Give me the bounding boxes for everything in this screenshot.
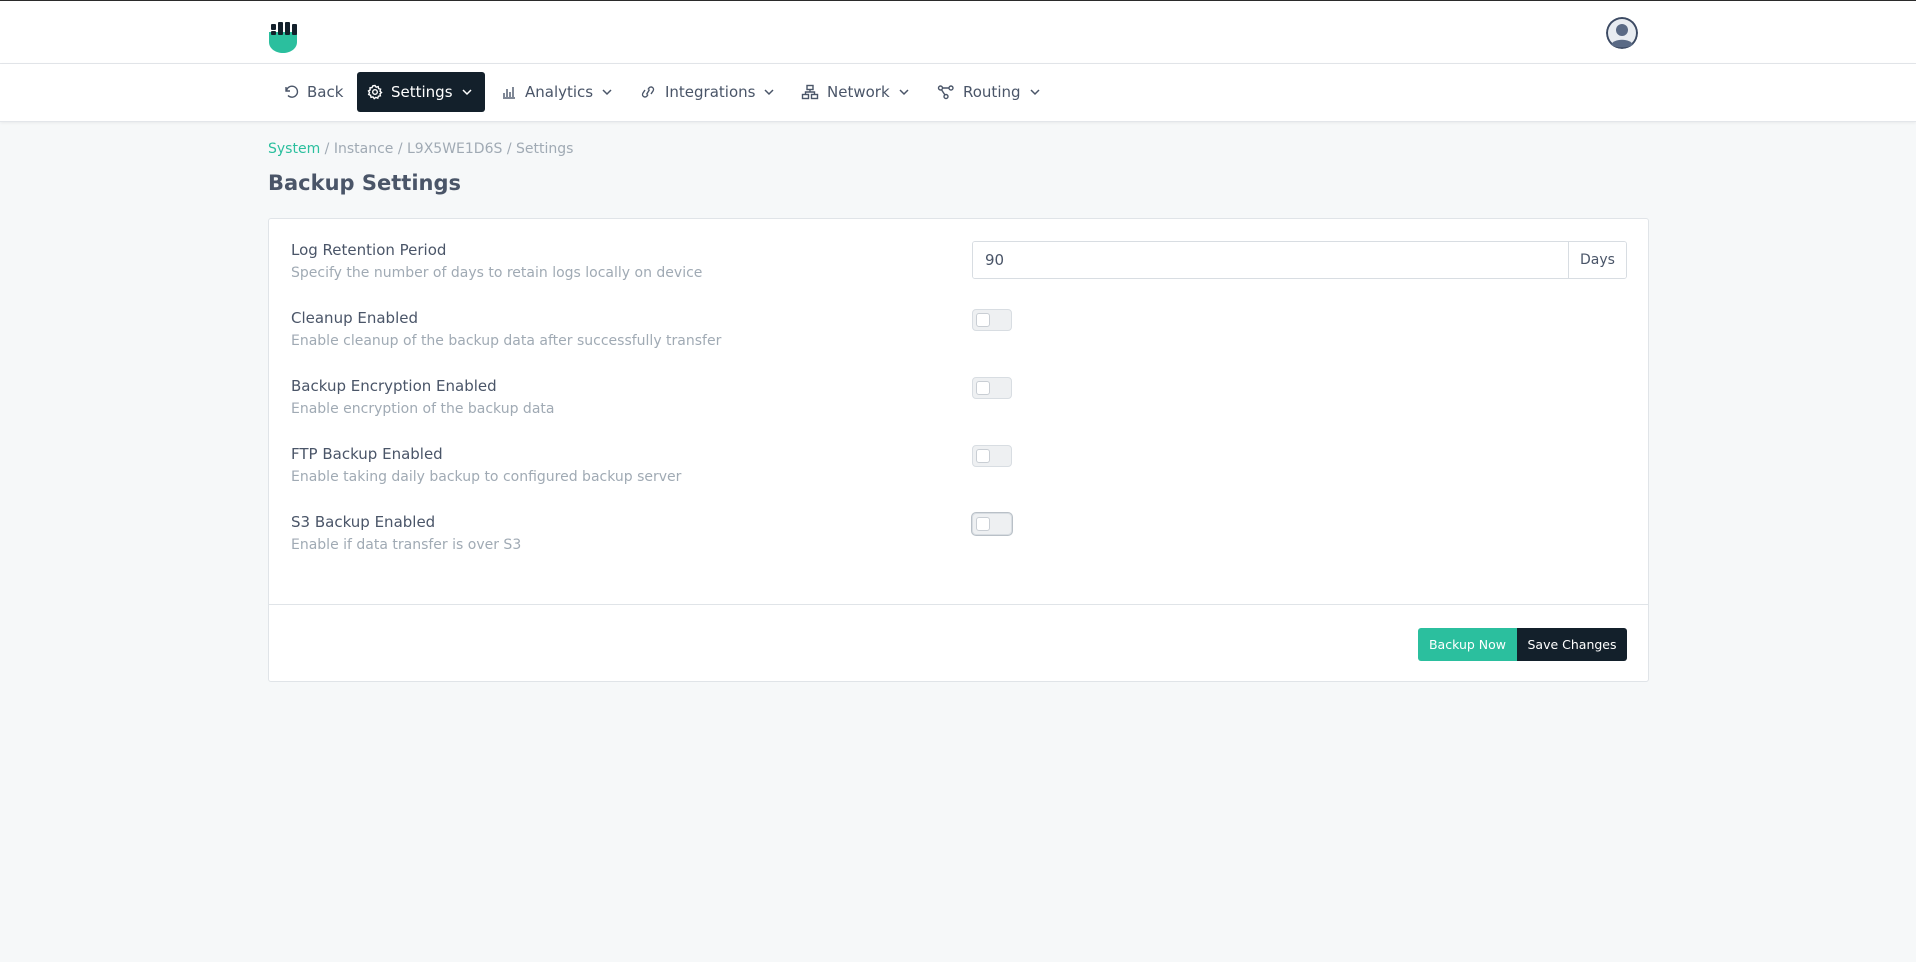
- breadcrumb-system-link[interactable]: System: [268, 141, 320, 157]
- setting-title: Log Retention Period: [291, 241, 447, 259]
- chevron-down-icon: [764, 89, 774, 96]
- setting-description: Enable if data transfer is over S3: [291, 537, 522, 553]
- nav-analytics-tab[interactable]: Analytics: [491, 72, 623, 112]
- nav-integrations-tab[interactable]: Integrations: [629, 72, 785, 112]
- chevron-down-icon: [462, 89, 472, 96]
- setting-description: Specify the number of days to retain log…: [291, 265, 703, 281]
- setting-title: Backup Encryption Enabled: [291, 377, 497, 395]
- setting-backup-encryption: Backup Encryption Enabled Enable encrypt…: [291, 377, 891, 417]
- chevron-down-icon: [602, 89, 612, 96]
- nav-settings-tab[interactable]: Settings: [357, 72, 485, 112]
- toggle-knob: [976, 449, 990, 463]
- save-changes-button[interactable]: Save Changes: [1517, 628, 1627, 661]
- analytics-chart-icon: [503, 87, 515, 99]
- setting-ftp-backup: FTP Backup Enabled Enable taking daily b…: [291, 445, 891, 485]
- backup-now-button[interactable]: Backup Now: [1418, 628, 1517, 661]
- setting-title: Cleanup Enabled: [291, 309, 418, 327]
- toggle-knob: [976, 517, 990, 531]
- breadcrumb-path: / Instance / L9X5WE1D6S / Settings: [320, 141, 574, 157]
- chevron-down-icon: [1029, 89, 1040, 96]
- top-bar: [0, 0, 1916, 64]
- toggle-knob: [976, 381, 990, 395]
- page-title: Backup Settings: [268, 171, 462, 195]
- nav-back-label: Back: [307, 83, 344, 101]
- s3-backup-toggle[interactable]: [972, 513, 1012, 535]
- log-retention-input[interactable]: [973, 242, 1568, 278]
- brand-logo-icon[interactable]: [268, 20, 298, 54]
- log-retention-input-group: Days: [972, 241, 1627, 279]
- setting-cleanup: Cleanup Enabled Enable cleanup of the ba…: [291, 309, 891, 349]
- ftp-backup-toggle[interactable]: [972, 445, 1012, 467]
- backup-settings-card: Log Retention Period Specify the number …: [268, 218, 1649, 682]
- nav-integrations-label: Integrations: [665, 83, 756, 101]
- breadcrumb: System / Instance / L9X5WE1D6S / Setting…: [268, 141, 573, 157]
- nav-network-label: Network: [827, 83, 890, 101]
- nav-analytics-label: Analytics: [525, 83, 594, 101]
- toggle-knob: [976, 313, 990, 327]
- network-icon: [801, 84, 819, 100]
- nav-routing-label: Routing: [963, 83, 1021, 101]
- setting-description: Enable taking daily backup to configured…: [291, 469, 682, 485]
- nav-routing-tab[interactable]: Routing: [927, 72, 1051, 112]
- setting-title: FTP Backup Enabled: [291, 445, 443, 463]
- cleanup-toggle[interactable]: [972, 309, 1012, 331]
- nav-network-tab[interactable]: Network: [791, 72, 920, 112]
- routing-nodes-icon: [937, 85, 954, 100]
- setting-title: S3 Backup Enabled: [291, 513, 436, 531]
- card-footer-divider: [269, 604, 1648, 605]
- nav-back-button[interactable]: Back: [273, 72, 353, 112]
- user-avatar-icon[interactable]: [1606, 17, 1638, 49]
- undo-icon: [285, 85, 299, 98]
- gear-icon: [367, 84, 383, 100]
- days-unit-addon: Days: [1568, 242, 1626, 278]
- link-icon: [641, 86, 655, 98]
- setting-s3-backup: S3 Backup Enabled Enable if data transfe…: [291, 513, 891, 553]
- chevron-down-icon: [899, 89, 909, 96]
- nav-settings-label: Settings: [391, 83, 453, 101]
- setting-log-retention: Log Retention Period Specify the number …: [291, 241, 891, 281]
- main-navbar: Back Settings Analytics Integrations Net…: [0, 64, 1916, 122]
- setting-description: Enable encryption of the backup data: [291, 401, 555, 417]
- setting-description: Enable cleanup of the backup data after …: [291, 333, 722, 349]
- backup-encryption-toggle[interactable]: [972, 377, 1012, 399]
